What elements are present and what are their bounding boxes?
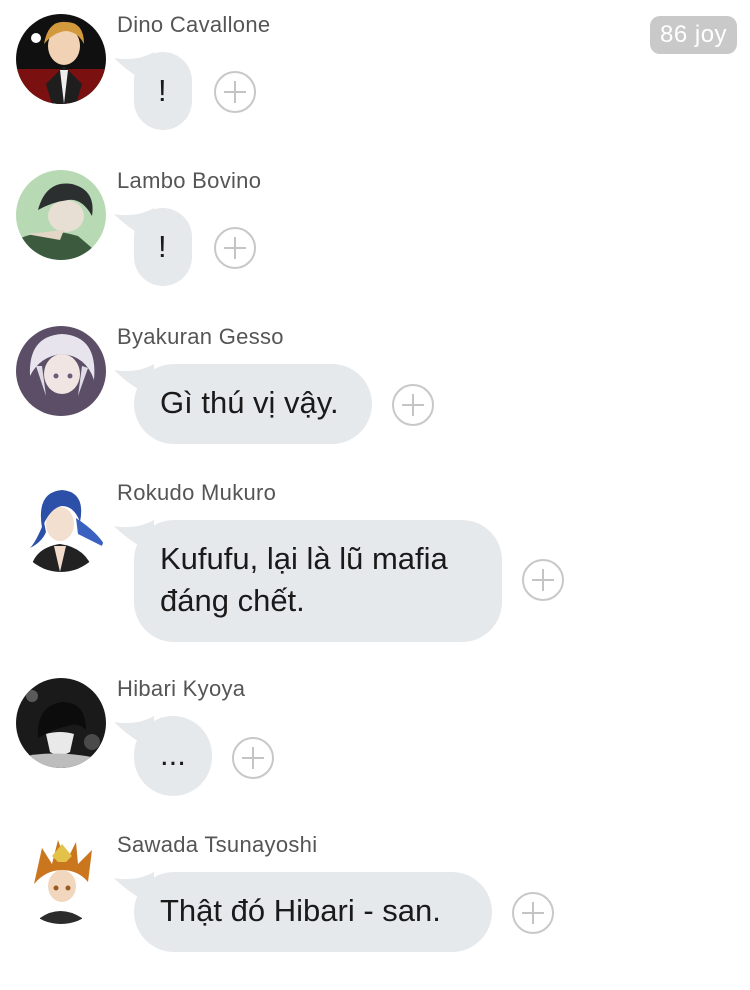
add-reaction-button[interactable] (392, 384, 434, 426)
message-text: Gì thú vị vậy. (160, 385, 339, 420)
message-bubble[interactable]: ... (134, 716, 212, 796)
message-text: ... (160, 737, 186, 772)
message-text: ! (158, 73, 167, 108)
sender-name: Dino Cavallone (117, 12, 271, 37)
sender-name: Sawada Tsunayoshi (117, 832, 318, 857)
message-bubble[interactable]: Kufufu, lại là lũ mafia đáng chết. (134, 520, 502, 642)
add-reaction-button[interactable] (232, 737, 274, 779)
dark-hair-man-avatar-icon[interactable] (16, 170, 106, 260)
spiky-hair-boy-avatar-icon[interactable] (16, 834, 106, 924)
message-bubble[interactable]: ! (134, 208, 192, 286)
sender-name: Rokudo Mukuro (117, 480, 277, 505)
sender-name: Lambo Bovino (117, 168, 262, 193)
message-text: Kufufu, lại là lũ mafia đáng chết. (160, 541, 448, 618)
message-bubble[interactable]: ! (134, 52, 192, 130)
message-text: ! (158, 229, 167, 264)
blonde-man-avatar-icon[interactable] (16, 14, 106, 104)
add-reaction-button[interactable] (214, 71, 256, 113)
sender-name: Byakuran Gesso (117, 324, 284, 349)
add-reaction-button[interactable] (512, 892, 554, 934)
chat-thread: 86 joy Dino Cavallone ! Lambo Bovino ! B… (0, 0, 750, 990)
white-hair-man-avatar-icon[interactable] (16, 326, 106, 416)
sender-name: Hibari Kyoya (117, 676, 246, 701)
reaction-count-badge[interactable]: 86 joy (650, 16, 738, 54)
black-white-man-avatar-icon[interactable] (16, 678, 106, 768)
message-text: Thật đó Hibari - san. (160, 893, 441, 928)
message-bubble[interactable]: Thật đó Hibari - san. (134, 872, 492, 952)
add-reaction-button[interactable] (214, 227, 256, 269)
add-reaction-button[interactable] (522, 559, 564, 601)
blue-hair-man-avatar-icon[interactable] (16, 482, 106, 572)
message-bubble[interactable]: Gì thú vị vậy. (134, 364, 372, 444)
